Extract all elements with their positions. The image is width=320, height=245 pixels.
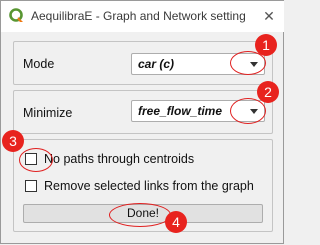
annotation-badge-2: 2: [257, 81, 279, 103]
remove-links-label[interactable]: Remove selected links from the graph: [44, 179, 254, 193]
close-button[interactable]: ✕: [254, 1, 284, 32]
annotation-badge-1: 1: [255, 34, 277, 56]
annotation-ellipse-2: [230, 98, 266, 124]
minimize-selected-value: free_flow_time: [138, 104, 223, 118]
remove-links-checkbox[interactable]: [25, 180, 37, 192]
dialog-window: AequilibraE - Graph and Network setting …: [0, 0, 284, 244]
close-icon: ✕: [263, 8, 275, 24]
mode-selected-value: car (c): [138, 57, 175, 71]
annotation-ellipse-3: [19, 148, 53, 172]
window-title: AequilibraE - Graph and Network setting: [31, 9, 246, 23]
qgis-logo-icon: [9, 8, 23, 22]
no-paths-label[interactable]: No paths through centroids: [44, 152, 194, 166]
minimize-label: Minimize: [23, 106, 73, 120]
mode-label: Mode: [23, 57, 55, 71]
title-bar[interactable]: AequilibraE - Graph and Network setting …: [1, 1, 284, 32]
annotation-badge-3: 3: [2, 130, 24, 152]
annotation-ellipse-4: [109, 203, 171, 227]
annotation-badge-4: 4: [165, 211, 187, 233]
